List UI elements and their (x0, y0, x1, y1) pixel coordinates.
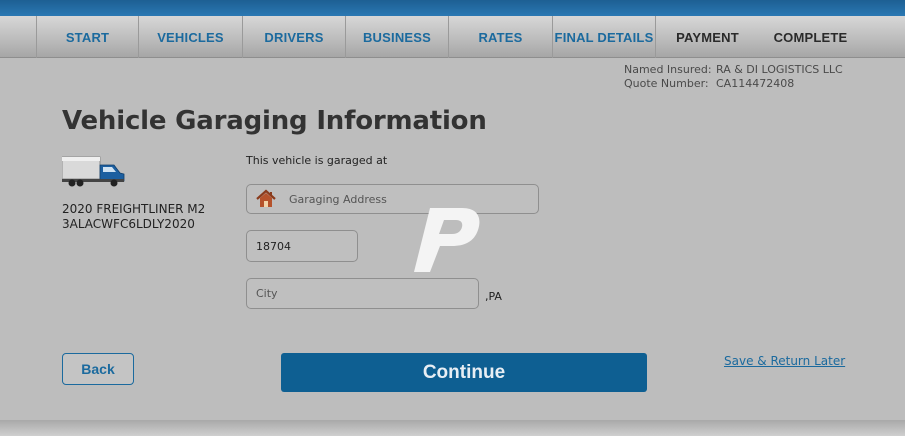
tab-payment: PAYMENT (676, 29, 739, 45)
tab-rates[interactable]: RATES (449, 16, 553, 58)
back-button[interactable]: Back (62, 353, 134, 385)
city-field[interactable]: City (246, 278, 479, 309)
named-insured-value: RA & DI LOGISTICS LLC (716, 63, 843, 76)
progressive-p-logo (414, 208, 480, 272)
top-banner (0, 0, 905, 16)
garaging-address-placeholder: Garaging Address (289, 192, 387, 206)
vehicle-vin: 3ALACWFC6LDLY2020 (62, 217, 195, 231)
garaged-label: This vehicle is garaged at (246, 154, 388, 167)
named-insured-label: Named Insured: (624, 63, 712, 76)
progress-nav: START VEHICLES DRIVERS BUSINESS RATES FI… (0, 16, 905, 58)
box-truck-icon (62, 156, 125, 187)
home-icon (256, 189, 276, 207)
city-placeholder: City (256, 287, 278, 300)
tab-business[interactable]: BUSINESS (346, 16, 449, 58)
zip-field[interactable]: 18704 (246, 230, 358, 262)
tab-final-details[interactable]: FINAL DETAILS (553, 16, 656, 58)
garaging-address-field[interactable]: Garaging Address (246, 184, 539, 214)
tab-start[interactable]: START (36, 16, 139, 58)
tab-vehicles[interactable]: VEHICLES (139, 16, 243, 58)
tab-drivers[interactable]: DRIVERS (243, 16, 346, 58)
zip-value: 18704 (256, 239, 291, 253)
save-return-later-link[interactable]: Save & Return Later (724, 354, 845, 368)
quote-number-value: CA114472408 (716, 77, 795, 90)
state-suffix: ,PA (485, 290, 502, 303)
quote-number-label: Quote Number: (624, 77, 709, 90)
continue-button[interactable]: Continue (281, 353, 647, 392)
page-title: Vehicle Garaging Information (62, 106, 487, 136)
vehicle-name: 2020 FREIGHTLINER M2 (62, 202, 206, 216)
vehicle-info: 2020 FREIGHTLINER M2 3ALACWFC6LDLY2020 (62, 202, 205, 232)
tab-complete: COMPLETE (773, 29, 848, 45)
footer-bar (0, 420, 905, 436)
quote-info: Named Insured: RA & DI LOGISTICS LLC Quo… (624, 63, 843, 91)
